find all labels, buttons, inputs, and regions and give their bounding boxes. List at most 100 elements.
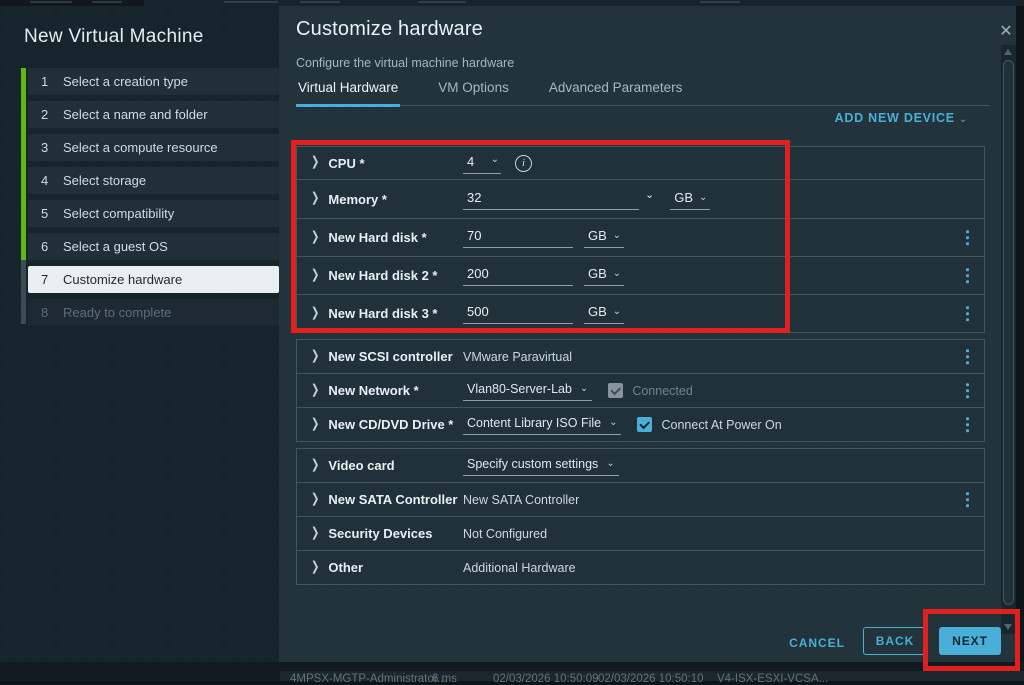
step-number: 2 bbox=[41, 107, 63, 122]
device-value-group: Additional Hardware bbox=[463, 561, 984, 575]
row-label-group: ❯New Hard disk 3 * bbox=[311, 306, 463, 321]
device-value-group: Vlan80-Server-Lab⌄ Connected bbox=[463, 381, 984, 401]
unit-select[interactable]: GB⌄ bbox=[584, 265, 624, 286]
step-label: Select a guest OS bbox=[63, 239, 168, 254]
hardware-row-new-network: ❯ New Network * Vlan80-Server-Lab⌄ Connecte… bbox=[296, 373, 985, 408]
step-label: Select storage bbox=[63, 173, 146, 188]
device-value-group: 500 GB⌄ bbox=[463, 303, 984, 324]
row-actions-kebab-icon[interactable] bbox=[963, 265, 973, 287]
add-new-device-button[interactable]: ADD NEW DEVICE⌄ bbox=[835, 111, 968, 125]
info-icon[interactable]: i bbox=[515, 155, 532, 172]
new-cd-dvd-drive-checkbox[interactable] bbox=[637, 417, 652, 432]
expand-chevron-icon[interactable]: ❯ bbox=[311, 384, 319, 397]
close-icon[interactable]: ✕ bbox=[995, 20, 1017, 42]
background-text-remnant bbox=[418, 1, 466, 3]
new-network-select[interactable]: Vlan80-Server-Lab⌄ bbox=[463, 381, 592, 401]
unit-select[interactable]: GB⌄ bbox=[584, 227, 624, 248]
expand-chevron-icon[interactable]: ❯ bbox=[311, 157, 319, 170]
chevron-down-icon: ⌄ bbox=[606, 458, 614, 469]
hardware-row-new-hard-disk: ❯New Hard disk *70 GB⌄ bbox=[296, 218, 985, 257]
expand-chevron-icon[interactable]: ❯ bbox=[311, 493, 319, 506]
row-label-group: ❯New SATA Controller bbox=[311, 492, 463, 507]
video-card-select[interactable]: Specify custom settings⌄ bbox=[463, 456, 619, 476]
back-button[interactable]: BACK bbox=[863, 627, 927, 655]
row-label-group: ❯New Hard disk * bbox=[311, 230, 463, 245]
step-label: Ready to complete bbox=[63, 305, 171, 320]
expand-chevron-icon[interactable]: ❯ bbox=[311, 307, 319, 320]
wizard-step-select-compatibility[interactable]: 5Select compatibility bbox=[28, 200, 279, 227]
row-actions-kebab-icon[interactable] bbox=[963, 346, 973, 368]
new-hard-disk-input[interactable]: 70 bbox=[463, 227, 573, 248]
hardware-row-video-card: ❯ Video card Specify custom settings⌄ bbox=[296, 448, 985, 483]
hardware-tabs: Virtual Hardware VM Options Advanced Param… bbox=[296, 80, 990, 106]
expand-chevron-icon[interactable]: ❯ bbox=[311, 269, 319, 282]
checkbox-label: Connected bbox=[632, 384, 692, 398]
tab-virtual-hardware[interactable]: Virtual Hardware bbox=[296, 80, 400, 107]
background-text-remnant bbox=[700, 1, 740, 3]
vertical-scrollbar[interactable] bbox=[1001, 45, 1016, 634]
cpu-select[interactable]: 4⌄ bbox=[463, 153, 501, 174]
chevron-down-icon: ⌄ bbox=[959, 114, 968, 125]
step-number: 4 bbox=[41, 173, 63, 188]
expand-chevron-icon[interactable]: ❯ bbox=[311, 350, 319, 363]
device-value-group: VMware Paravirtual bbox=[463, 350, 984, 364]
cancel-button[interactable]: CANCEL bbox=[787, 629, 847, 657]
wizard-step-select-a-guest-os[interactable]: 6Select a guest OS bbox=[28, 233, 279, 260]
checkbox-label: Connect At Power On bbox=[661, 418, 781, 432]
row-actions-kebab-icon[interactable] bbox=[963, 414, 973, 436]
background-task-text: V4-ISX-ESXI-VCSA... bbox=[717, 673, 828, 685]
wizard-step-select-a-compute-resource[interactable]: 3Select a compute resource bbox=[28, 134, 279, 161]
unit-select[interactable]: GB⌄ bbox=[670, 189, 710, 210]
wizard-step-customize-hardware[interactable]: 7Customize hardware bbox=[28, 266, 279, 293]
new-hard-disk-2-input[interactable]: 200 bbox=[463, 265, 573, 286]
chevron-down-icon: ⌄ bbox=[491, 154, 499, 169]
hardware-row-security-devices: ❯ Security Devices Not Configured bbox=[296, 516, 985, 551]
step-number: 1 bbox=[41, 74, 63, 89]
unit-value: GB bbox=[674, 190, 693, 205]
tab-advanced-parameters[interactable]: Advanced Parameters bbox=[547, 80, 685, 105]
new-vm-wizard-dialog: New Virtual Machine 1Select a creation t… bbox=[0, 6, 1016, 662]
device-label: Other bbox=[328, 560, 363, 575]
device-label: Video card bbox=[328, 458, 394, 473]
expand-chevron-icon[interactable]: ❯ bbox=[311, 418, 319, 431]
row-label-group: ❯ Security Devices bbox=[311, 526, 463, 541]
device-value-group: 200 GB⌄ bbox=[463, 265, 984, 286]
memory-input[interactable]: 32 bbox=[463, 189, 639, 210]
expand-chevron-icon[interactable]: ❯ bbox=[311, 561, 319, 574]
step-label: Select a compute resource bbox=[63, 140, 218, 155]
row-actions-kebab-icon[interactable] bbox=[963, 303, 973, 325]
device-summary-text: Not Configured bbox=[463, 527, 547, 541]
background-text-remnant bbox=[300, 1, 340, 3]
wizard-main-panel: Customize hardware Configure the virtual… bbox=[279, 6, 1016, 662]
next-button[interactable]: NEXT bbox=[939, 627, 1001, 655]
wizard-step-select-a-name-and-folder[interactable]: 2Select a name and folder bbox=[28, 101, 279, 128]
wizard-step-select-a-creation-type[interactable]: 1Select a creation type bbox=[28, 68, 279, 95]
unit-select[interactable]: GB⌄ bbox=[584, 303, 624, 324]
scroll-up-icon[interactable] bbox=[1004, 49, 1012, 55]
chevron-down-icon: ⌄ bbox=[580, 383, 588, 394]
hardware-row-new-hard-disk-3: ❯New Hard disk 3 *500 GB⌄ bbox=[296, 294, 985, 333]
wizard-step-select-storage[interactable]: 4Select storage bbox=[28, 167, 279, 194]
selected-value: 4 bbox=[467, 154, 474, 169]
expand-chevron-icon[interactable]: ❯ bbox=[311, 193, 319, 206]
expand-chevron-icon[interactable]: ❯ bbox=[311, 231, 319, 244]
scrollbar-thumb[interactable] bbox=[1003, 60, 1014, 605]
page-subtitle: Configure the virtual machine hardware bbox=[296, 56, 514, 70]
chevron-down-icon[interactable]: ⌄ bbox=[645, 188, 654, 201]
tab-vm-options[interactable]: VM Options bbox=[436, 80, 511, 105]
step-label: Select compatibility bbox=[63, 206, 174, 221]
new-cd-dvd-drive-select[interactable]: Content Library ISO File⌄ bbox=[463, 415, 621, 435]
device-label: New Network * bbox=[328, 383, 418, 398]
expand-chevron-icon[interactable]: ❯ bbox=[311, 527, 319, 540]
scroll-down-icon[interactable] bbox=[1004, 624, 1012, 630]
row-actions-kebab-icon[interactable] bbox=[963, 489, 973, 511]
device-value-group: 70 GB⌄ bbox=[463, 227, 984, 248]
row-actions-kebab-icon[interactable] bbox=[963, 380, 973, 402]
new-hard-disk-3-input[interactable]: 500 bbox=[463, 303, 573, 324]
device-label: Security Devices bbox=[328, 526, 432, 541]
step-number: 3 bbox=[41, 140, 63, 155]
wizard-progress-bar bbox=[21, 68, 26, 324]
row-actions-kebab-icon[interactable] bbox=[963, 227, 973, 249]
row-label-group: ❯ Video card bbox=[311, 458, 463, 473]
expand-chevron-icon[interactable]: ❯ bbox=[311, 459, 319, 472]
